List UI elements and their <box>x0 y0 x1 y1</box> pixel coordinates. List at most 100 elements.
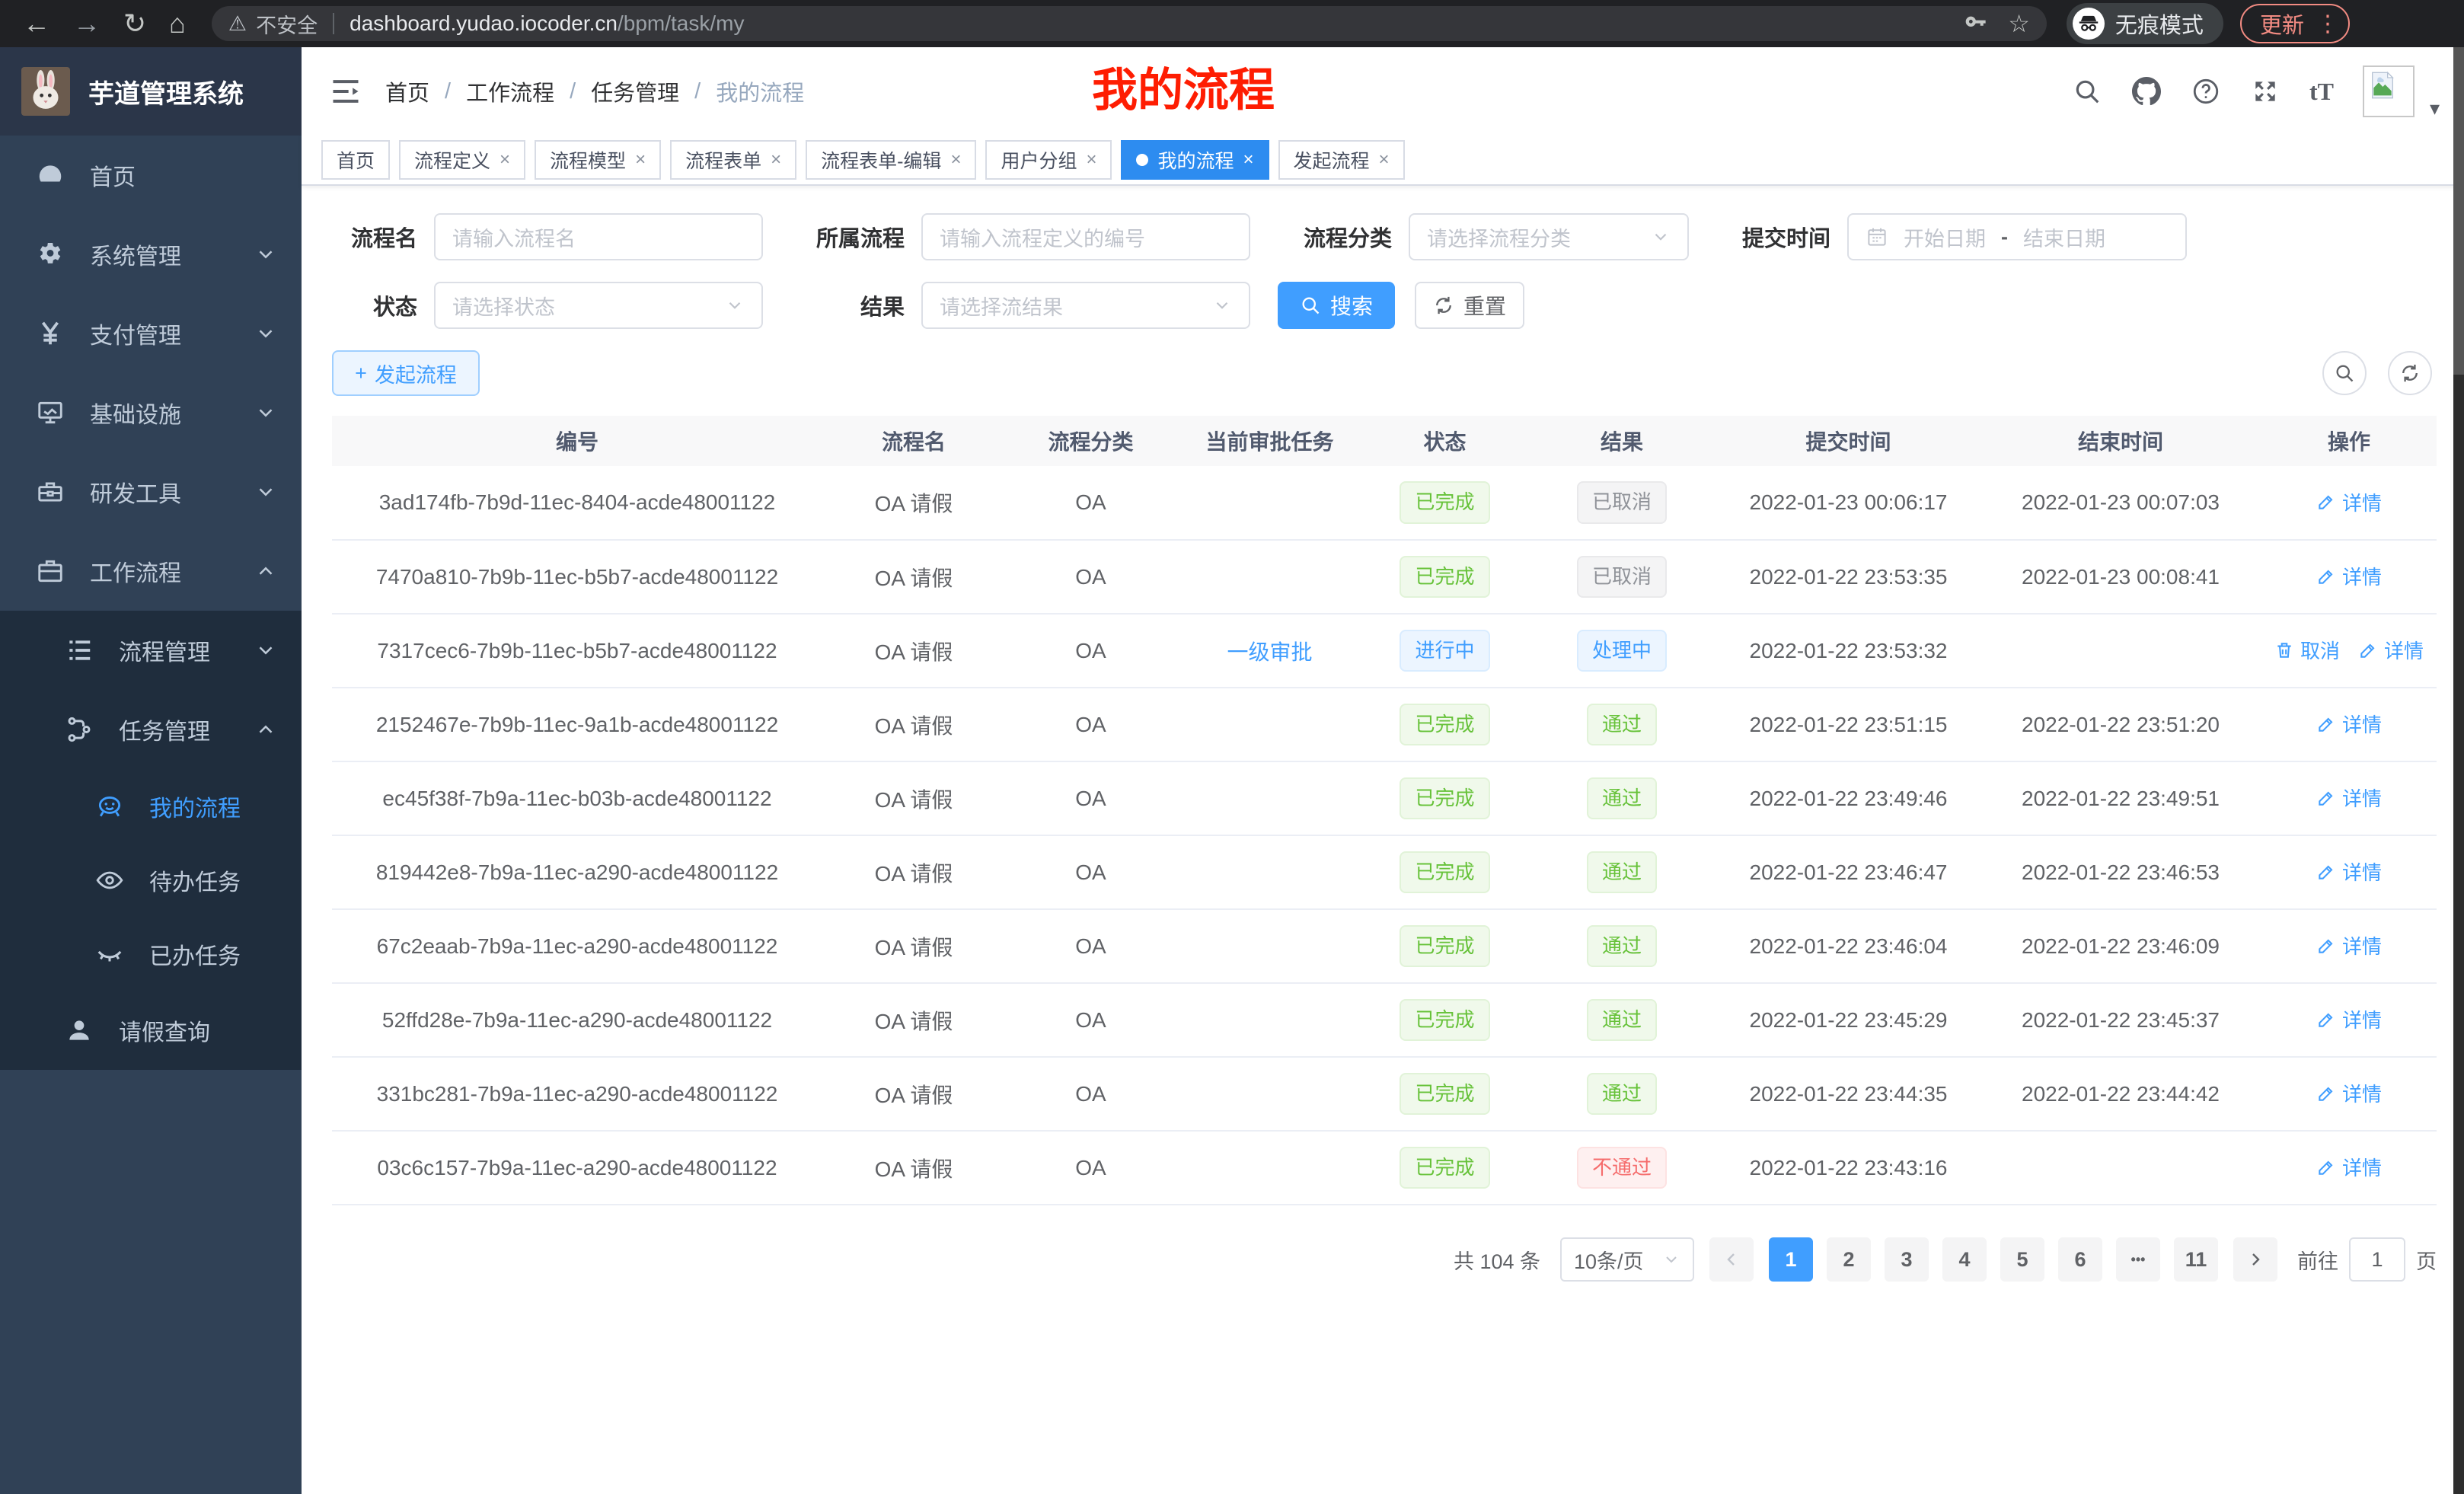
page-button-2[interactable]: 2 <box>1827 1237 1871 1282</box>
breadcrumb-item[interactable]: 任务管理 <box>591 75 679 107</box>
tab-流程表单[interactable]: 流程表单 × <box>670 140 796 180</box>
close-icon[interactable]: × <box>1379 151 1390 169</box>
process-def-input[interactable]: 请输入流程定义的编号 <box>921 213 1250 260</box>
reset-button[interactable]: 重置 <box>1415 282 1524 329</box>
avatar[interactable] <box>2363 65 2415 117</box>
tab-label: 流程表单 <box>685 146 761 174</box>
sidebar-item-研发工具[interactable]: 研发工具 <box>0 452 302 532</box>
sidebar-item-待办任务[interactable]: 待办任务 <box>0 843 302 917</box>
result-select[interactable]: 请选择流结果 <box>921 282 1250 329</box>
cell-end-time: 2022-01-22 23:46:09 <box>1980 909 2261 983</box>
cancel-link[interactable]: 取消 <box>2274 636 2340 664</box>
browser-menu-icon[interactable]: ⋮ <box>2316 11 2339 37</box>
tab-流程定义[interactable]: 流程定义× <box>399 140 525 180</box>
sidebar-item-系统管理[interactable]: 系统管理 <box>0 215 302 294</box>
home-icon[interactable]: ⌂ <box>169 10 186 37</box>
sidebar-item-基础设施[interactable]: 基础设施 <box>0 373 302 452</box>
dashboard-icon <box>34 158 67 192</box>
tab-流程表单-编辑[interactable]: 流程表单-编辑× <box>806 140 976 180</box>
goto-page-input[interactable]: 1 <box>2349 1237 2405 1282</box>
close-icon[interactable]: × <box>500 151 510 169</box>
sidebar-item-支付管理[interactable]: 支付管理 <box>0 294 302 373</box>
reload-icon[interactable]: ↻ <box>123 10 146 37</box>
search-button[interactable]: 搜索 <box>1278 282 1395 329</box>
app-logo-row[interactable]: 芋道管理系统 <box>0 47 302 136</box>
chevron-down-icon <box>725 295 745 315</box>
detail-link[interactable]: 详情 <box>2316 1005 2382 1033</box>
detail-link[interactable]: 详情 <box>2316 931 2382 959</box>
sidebar-item-已办任务[interactable]: 已办任务 <box>0 917 302 991</box>
tab-发起流程[interactable]: 发起流程 × <box>1278 140 1405 180</box>
plus-icon: + <box>355 362 367 385</box>
cell-result: 通过 <box>1527 835 1717 909</box>
address-bar[interactable]: ⚠ 不安全 dashboard.yudao.iocoder.cn /bpm/ta… <box>212 6 2047 41</box>
page-button-5[interactable]: 5 <box>2000 1237 2044 1282</box>
sidebar-item-首页[interactable]: 首页 <box>0 136 302 215</box>
result-label: 结果 <box>790 289 905 321</box>
annotation-overlay: 我的流程 <box>1092 53 1275 120</box>
sidebar-item-任务管理[interactable]: 任务管理 <box>0 690 302 769</box>
breadcrumb-item[interactable]: 首页 <box>385 75 429 107</box>
page-button-6[interactable]: 6 <box>2058 1237 2102 1282</box>
close-icon[interactable]: × <box>1243 151 1254 169</box>
window-scrollbar[interactable] <box>2453 47 2464 1494</box>
page-button-3[interactable]: 3 <box>1885 1237 1929 1282</box>
key-icon[interactable] <box>1964 11 1988 36</box>
tab-我的流程[interactable]: 我的流程× <box>1121 140 1269 180</box>
tab-用户分组[interactable]: 用户分组× <box>985 140 1112 180</box>
start-process-button[interactable]: + 发起流程 <box>332 350 480 396</box>
cell-result: 不通过 <box>1527 1131 1717 1205</box>
more-pages-button[interactable]: ••• <box>2116 1237 2160 1282</box>
help-icon[interactable] <box>2191 76 2221 107</box>
page-button-1[interactable]: 1 <box>1769 1237 1813 1282</box>
close-icon[interactable]: × <box>1086 151 1096 169</box>
detail-link[interactable]: 详情 <box>2316 562 2382 590</box>
hamburger-icon[interactable] <box>329 75 362 108</box>
github-icon[interactable] <box>2131 76 2162 107</box>
status-label: 状态 <box>332 289 417 321</box>
bookmark-star-icon[interactable]: ☆ <box>2008 9 2030 38</box>
fullscreen-icon[interactable] <box>2250 76 2280 107</box>
status-badge: 已完成 <box>1400 1073 1489 1115</box>
detail-link[interactable]: 详情 <box>2358 636 2424 664</box>
forward-icon[interactable]: → <box>73 10 101 37</box>
tab-label: 发起流程 <box>1294 146 1370 174</box>
sidebar-item-请假查询[interactable]: 请假查询 <box>0 991 302 1070</box>
next-page-button[interactable] <box>2233 1237 2277 1282</box>
font-size-icon[interactable]: tT <box>2309 78 2334 106</box>
detail-link[interactable]: 详情 <box>2316 710 2382 738</box>
show-search-toggle-button[interactable] <box>2322 351 2367 395</box>
current-task-link[interactable]: 一级审批 <box>1227 640 1312 664</box>
page-button-4[interactable]: 4 <box>1942 1237 1987 1282</box>
result-badge: 通过 <box>1587 999 1657 1041</box>
submit-time-range-picker[interactable]: 开始日期 - 结束日期 <box>1847 213 2187 260</box>
detail-link[interactable]: 详情 <box>2316 488 2382 516</box>
detail-link[interactable]: 详情 <box>2316 784 2382 812</box>
close-icon[interactable]: × <box>771 151 781 169</box>
breadcrumb-item[interactable]: 工作流程 <box>466 75 554 107</box>
process-name-input[interactable]: 请输入流程名 <box>434 213 763 260</box>
sidebar-item-流程管理[interactable]: 流程管理 <box>0 611 302 690</box>
page-button-11[interactable]: 11 <box>2174 1237 2218 1282</box>
prev-page-button[interactable] <box>1709 1237 1754 1282</box>
status-select[interactable]: 请选择状态 <box>434 282 763 329</box>
sidebar-item-工作流程[interactable]: 工作流程 <box>0 532 302 611</box>
detail-link[interactable]: 详情 <box>2316 1153 2382 1181</box>
cell-process-name: OA 请假 <box>822 761 1005 835</box>
refresh-table-button[interactable] <box>2388 351 2432 395</box>
detail-link[interactable]: 详情 <box>2316 1079 2382 1107</box>
close-icon[interactable]: × <box>950 151 961 169</box>
detail-link[interactable]: 详情 <box>2316 857 2382 886</box>
user-menu-caret-icon[interactable]: ▾ <box>2430 97 2440 120</box>
tab-首页[interactable]: 首页 <box>321 140 390 180</box>
security-warning[interactable]: ⚠ 不安全 <box>228 9 318 39</box>
sidebar-item-我的流程[interactable]: 我的流程 <box>0 769 302 843</box>
back-icon[interactable]: ← <box>23 10 50 37</box>
chevron-down-icon <box>254 401 277 424</box>
category-select[interactable]: 请选择流程分类 <box>1409 213 1689 260</box>
search-icon[interactable] <box>2072 76 2102 107</box>
page-size-select[interactable]: 10条/页 <box>1560 1237 1694 1282</box>
tab-流程模型[interactable]: 流程模型× <box>535 140 661 180</box>
update-button[interactable]: 更新 ⋮ <box>2240 4 2350 43</box>
close-icon[interactable]: × <box>635 151 646 169</box>
